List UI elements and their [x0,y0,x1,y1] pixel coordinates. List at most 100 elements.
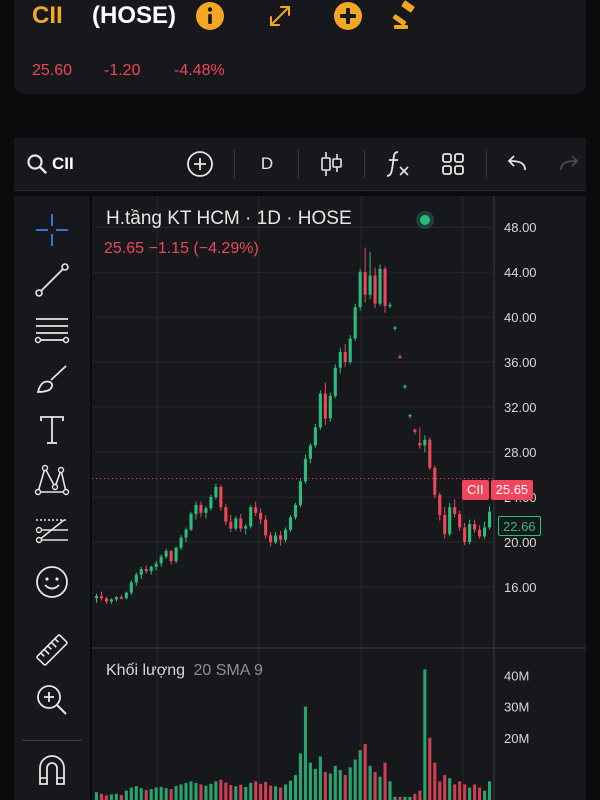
price-axis-label: 20.00 [504,535,537,550]
toolbar-divider [234,150,235,178]
volume-bar [338,770,342,800]
volume-bar [413,793,417,800]
forecast-icon[interactable] [34,512,70,548]
candle-body [318,393,322,428]
brush-icon[interactable] [34,362,70,398]
fx-icon [386,151,409,177]
candle-body [149,566,153,572]
volume-bar [204,785,208,800]
candle-body [473,524,477,530]
volume-bar [473,784,477,800]
candle-body [189,513,193,530]
candle-body [398,356,402,359]
candle-body [453,507,457,514]
candle-body [438,494,442,516]
volume-bar [458,781,462,800]
candle-body [249,507,253,527]
indicators-button[interactable] [382,148,414,180]
candle-body [418,443,422,446]
volume-bar [288,780,293,800]
candle [119,594,123,600]
candle-body [194,504,198,514]
ruler-icon[interactable] [34,632,70,668]
chart-area[interactable]: 48.0044.0040.0036.0032.0028.0024.0020.00… [92,196,586,800]
volume-bar [423,669,427,800]
candle [199,501,203,518]
redo-button[interactable] [554,148,584,180]
candle-body [373,275,377,304]
volume-bar [154,787,158,800]
candle [313,424,317,448]
trendline-icon[interactable] [34,262,70,298]
volume-bar [144,790,148,800]
candle [194,501,198,520]
candle-body [199,504,203,513]
layout-button[interactable] [438,148,468,180]
candle-body [288,517,293,530]
volume-bar [358,750,362,800]
volume-bar [363,744,367,800]
candle-body [403,385,407,388]
pattern-icon[interactable] [34,462,70,498]
symbol-search-button[interactable]: CII [26,148,74,180]
volume-bar [254,781,258,800]
candle [438,492,442,521]
volume-bar [448,778,452,800]
add-indicator-button[interactable] [184,148,216,180]
candle [388,302,392,309]
toolbar-divider [298,150,299,178]
candle-body [413,429,417,432]
volume-bar [383,762,387,800]
volume-bar [119,795,123,800]
candle-body [104,598,108,602]
volume-bar [164,788,168,800]
candle [423,435,427,453]
candle [363,247,367,303]
candle-body [348,338,352,363]
volume-bar [249,782,253,800]
candle [264,515,268,539]
expand-icon[interactable] [264,0,296,32]
candle-body [283,529,288,540]
add-circle-icon[interactable] [332,0,364,32]
change-percent: -4.48% [174,62,225,79]
last-price-tag: CII 25.65 [462,480,534,500]
volume-bar [174,786,178,800]
text-icon[interactable] [34,412,70,448]
chart-type-button[interactable] [316,148,346,180]
price-axis-label: 40.00 [504,310,537,325]
candle-body [408,415,412,417]
auction-icon[interactable] [390,0,422,32]
info-icon[interactable] [194,0,226,32]
candle-body [159,556,163,564]
emoji-icon[interactable] [34,564,70,600]
candle-body [204,508,208,513]
candle-body [269,535,273,543]
candle-body [458,513,462,528]
candle [448,502,452,537]
volume-bar [139,788,143,800]
volume-bar [463,784,467,800]
volume-bar [318,756,322,800]
volume-axis-label: 20M [504,731,529,746]
interval-button[interactable]: D [252,148,282,180]
candle-body [94,596,99,599]
candle-body [298,481,303,505]
crosshair-icon[interactable] [34,212,70,248]
candle [303,454,307,484]
magnet-icon[interactable] [34,752,70,788]
undo-button[interactable] [502,148,532,180]
volume-label: Khối lượng [106,662,186,679]
volume-bar [487,781,492,800]
candle-body [154,563,158,567]
candle-body [363,272,367,295]
candle-body [144,569,148,572]
layout-icon [442,153,464,175]
candle-body [124,592,128,599]
volume-axis-label: 40M [504,669,529,684]
sidebar-divider [22,740,82,741]
candle [219,484,223,511]
zoom-icon[interactable] [34,682,70,718]
volume-bar [214,781,218,800]
fib-lines-icon[interactable] [34,312,70,348]
